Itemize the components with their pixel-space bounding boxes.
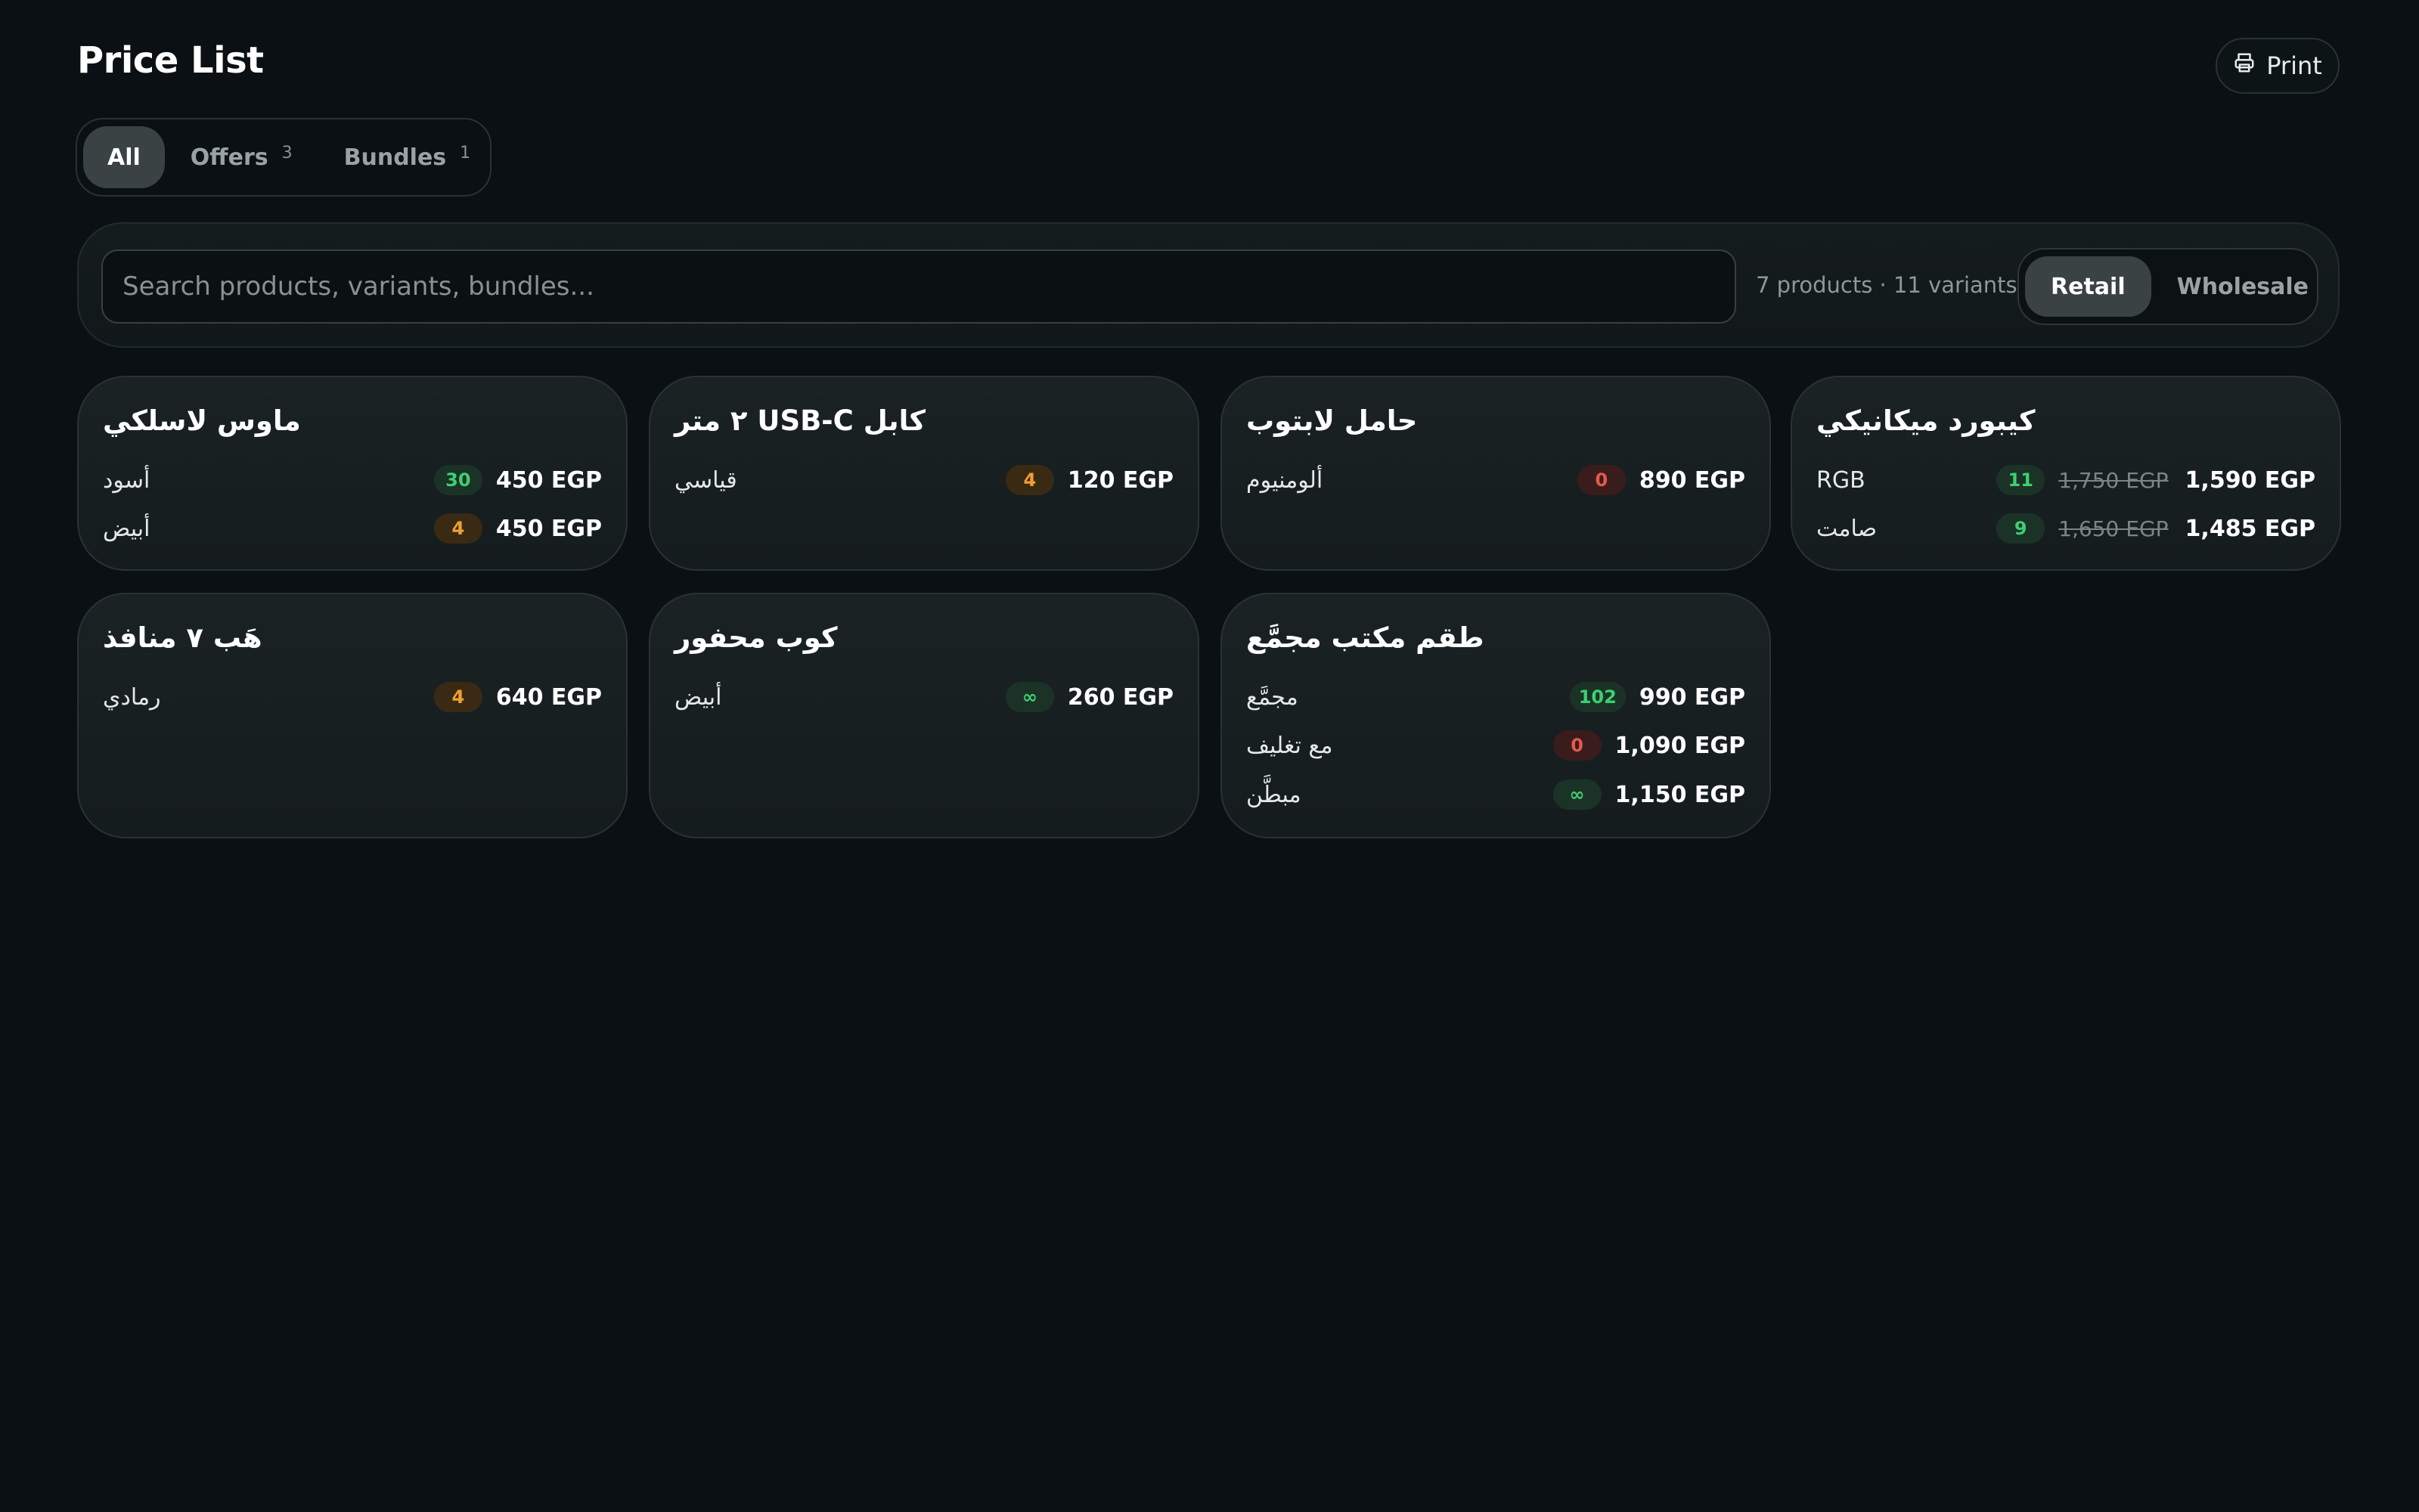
variant-name: مجمَّع: [1246, 683, 1298, 711]
tab-label: Offers: [190, 144, 268, 171]
page-title: Price List: [77, 39, 264, 82]
stock-badge: 11: [1996, 465, 2045, 495]
variant-name: رمادي: [103, 683, 161, 711]
variant-row: مجمَّع 102 990 EGP: [1246, 678, 1745, 716]
variant-price: 640 EGP: [495, 683, 602, 711]
variant-row: مبطَّن ∞ 1,150 EGP: [1246, 776, 1745, 813]
variant-row: صامت 9 1,650 EGP 1,485 EGP: [1816, 510, 2315, 547]
product-title: كوب محفور: [675, 621, 838, 654]
variant-name: ألومنيوم: [1246, 466, 1323, 494]
stock-badge: 0: [1552, 730, 1602, 761]
variant-name: أبيض: [103, 515, 150, 542]
variant-name: مبطَّن: [1246, 781, 1301, 808]
price-list-page: Price List Print All Offers 3 Bundles 1 …: [0, 0, 2419, 1512]
print-label: Print: [2266, 51, 2322, 80]
variant-price: 450 EGP: [495, 466, 602, 494]
tab-all[interactable]: All: [83, 126, 165, 188]
tab-bundles[interactable]: Bundles 1: [318, 126, 497, 188]
tab-offers[interactable]: Offers 3: [165, 126, 318, 188]
tab-label: All: [107, 144, 141, 171]
variant-row: أبيض ∞ 260 EGP: [675, 678, 1174, 716]
original-price: 1,650 EGP: [2058, 516, 2169, 541]
variant-row: RGB 11 1,750 EGP 1,590 EGP: [1816, 461, 2315, 499]
printer-icon: [2233, 51, 2256, 80]
product-card[interactable]: حامل لابتوب ألومنيوم 0 890 EGP: [1220, 376, 1771, 571]
tab-count: 1: [460, 143, 471, 163]
stock-badge: 30: [433, 465, 482, 495]
variant-row: أسود 30 450 EGP: [103, 461, 602, 499]
variant-price: 260 EGP: [1067, 683, 1174, 711]
product-card[interactable]: كيبورد ميكانيكي RGB 11 1,750 EGP 1,590 E…: [1791, 376, 2341, 571]
product-card[interactable]: كابل USB-C ٢ متر قياسي 4 120 EGP: [649, 376, 1199, 571]
variant-row: رمادي 4 640 EGP: [103, 678, 602, 716]
variant-price: 120 EGP: [1067, 466, 1174, 494]
product-title: حامل لابتوب: [1246, 404, 1418, 437]
variant-price: 1,485 EGP: [2185, 515, 2315, 542]
price-mode-toggle: Retail Wholesale: [2017, 248, 2318, 325]
original-price: 1,750 EGP: [2058, 467, 2169, 493]
variant-row: قياسي 4 120 EGP: [675, 461, 1174, 499]
product-card[interactable]: ماوس لاسلكي أسود 30 450 EGP أبيض 4 450 E…: [77, 376, 628, 571]
stock-badge: ∞: [1005, 682, 1054, 712]
variant-row: ألومنيوم 0 890 EGP: [1246, 461, 1745, 499]
stock-badge: 4: [1005, 465, 1054, 495]
product-variant-count: 7 products · 11 variants: [1756, 272, 2017, 298]
variant-row: أبيض 4 450 EGP: [103, 510, 602, 547]
variant-price: 1,590 EGP: [2185, 466, 2315, 494]
product-card[interactable]: هَب ٧ منافذ رمادي 4 640 EGP: [77, 593, 628, 838]
variant-name: قياسي: [675, 466, 737, 494]
tab-count: 3: [281, 143, 293, 163]
product-card[interactable]: طقم مكتب مجمَّع مجمَّع 102 990 EGP مع تغ…: [1220, 593, 1771, 838]
variant-name: مع تغليف: [1246, 732, 1333, 759]
variant-name: RGB: [1816, 466, 1865, 494]
variant-price: 450 EGP: [495, 515, 602, 542]
variant-name: أبيض: [675, 683, 722, 711]
stock-badge: 0: [1577, 465, 1626, 495]
search-placeholder: Search products, variants, bundles...: [123, 271, 594, 302]
filter-tabs: All Offers 3 Bundles 1: [76, 118, 492, 197]
variant-name: أسود: [103, 466, 150, 494]
variant-price: 1,090 EGP: [1614, 732, 1745, 759]
product-title: ماوس لاسلكي: [103, 404, 301, 437]
product-title: كابل USB-C ٢ متر: [675, 404, 926, 437]
stock-badge: 4: [433, 682, 482, 712]
mode-wholesale[interactable]: Wholesale: [2151, 256, 2334, 317]
product-title: هَب ٧ منافذ: [103, 621, 262, 654]
tab-label: Bundles: [343, 144, 447, 171]
toolbar: Search products, variants, bundles... 7 …: [77, 222, 2340, 348]
variant-price: 990 EGP: [1639, 683, 1745, 711]
mode-retail[interactable]: Retail: [2025, 256, 2151, 317]
product-title: طقم مكتب مجمَّع: [1246, 621, 1484, 654]
variant-row: مع تغليف 0 1,090 EGP: [1246, 727, 1745, 764]
stock-badge: 102: [1569, 682, 1626, 712]
stock-badge: ∞: [1552, 779, 1602, 810]
print-button[interactable]: Print: [2216, 38, 2340, 94]
stock-badge: 4: [433, 513, 482, 544]
variant-price: 1,150 EGP: [1614, 781, 1745, 808]
variant-price: 890 EGP: [1639, 466, 1745, 494]
variant-name: صامت: [1816, 515, 1878, 542]
search-input[interactable]: Search products, variants, bundles...: [101, 249, 1736, 324]
stock-badge: 9: [1996, 513, 2045, 544]
product-card[interactable]: كوب محفور أبيض ∞ 260 EGP: [649, 593, 1199, 838]
product-title: كيبورد ميكانيكي: [1816, 404, 2036, 437]
